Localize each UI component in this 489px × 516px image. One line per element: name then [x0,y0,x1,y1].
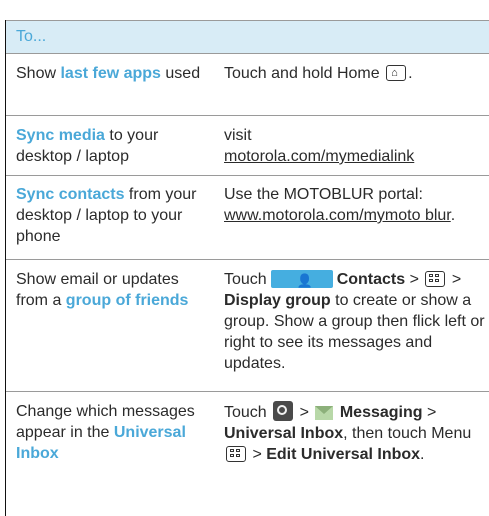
contacts-app-icon: 👤 [270,270,333,288]
instruction-cell: Touch > Messaging > Universal Inbox, the… [224,401,486,465]
instruction-cell: Touch 👤 Contacts > > Display group to crea… [224,269,486,374]
table-row: Sync media to your desktop / laptop visi… [6,116,489,176]
separator: > [248,446,267,463]
task-cell: Sync contacts from your desktop / laptop… [16,184,212,247]
home-key-icon: ⌂ [386,65,407,81]
media-link[interactable]: motorola.com/mymedialink [224,146,486,167]
table-header: To... [6,20,489,54]
instruction-text: Touch [224,271,267,288]
table-row: Sync contacts from your desktop / laptop… [6,176,489,260]
table-row: Show email or updates from a group of fr… [6,260,489,392]
messaging-label: Messaging [339,404,423,421]
menu-key-icon [425,271,446,287]
table-row: Show last few apps used Touch and hold H… [6,54,489,116]
messaging-icon [315,406,334,420]
task-cell: Show email or updates from a group of fr… [16,269,212,311]
task-cell: Change which messages appear in the Univ… [16,401,212,464]
contacts-label: Contacts [336,271,406,288]
instruction-text: , then touch Menu [343,425,472,442]
instruction-text: Use the MOTOBLUR portal: [224,186,423,203]
display-group-label: Display group [224,292,331,309]
header-label: To... [16,28,47,45]
universal-inbox-label: Universal Inbox [224,425,344,442]
task-cell: Sync media to your desktop / laptop [16,125,212,167]
instruction-text: Touch and hold Home [224,65,385,82]
task-keyword: Sync contacts [16,186,125,203]
separator: > [447,271,462,288]
instruction-text: . [450,207,456,224]
task-keyword: Sync media [16,127,105,144]
task-keyword: last few apps [60,65,161,82]
instruction-cell: Use the MOTOBLUR portal: www.motorola.co… [224,184,486,226]
task-cell: Show last few apps used [16,63,212,84]
table-row: Change which messages appear in the Univ… [6,392,489,516]
launcher-icon [273,401,294,421]
separator: > [295,404,314,421]
separator: > [405,271,424,288]
instruction-text: . [408,65,413,82]
instruction-text: . [420,446,425,463]
menu-key-icon [226,446,246,462]
instruction-cell: Touch and hold Home ⌂. [224,63,486,84]
task-text: used [160,65,201,82]
tips-table: To... Show last few apps used Touch and … [5,20,489,516]
instruction-text: visit [224,127,252,144]
instruction-cell: visit motorola.com/mymedialink [224,125,486,167]
task-keyword: group of friends [65,292,189,309]
instruction-text: Touch [224,404,267,421]
edit-universal-inbox-label: Edit Universal Inbox [266,446,421,463]
task-text: Show [16,65,61,82]
separator: > [422,404,437,421]
motoblur-link[interactable]: www.motorola.com/mymoto blur [224,207,451,224]
